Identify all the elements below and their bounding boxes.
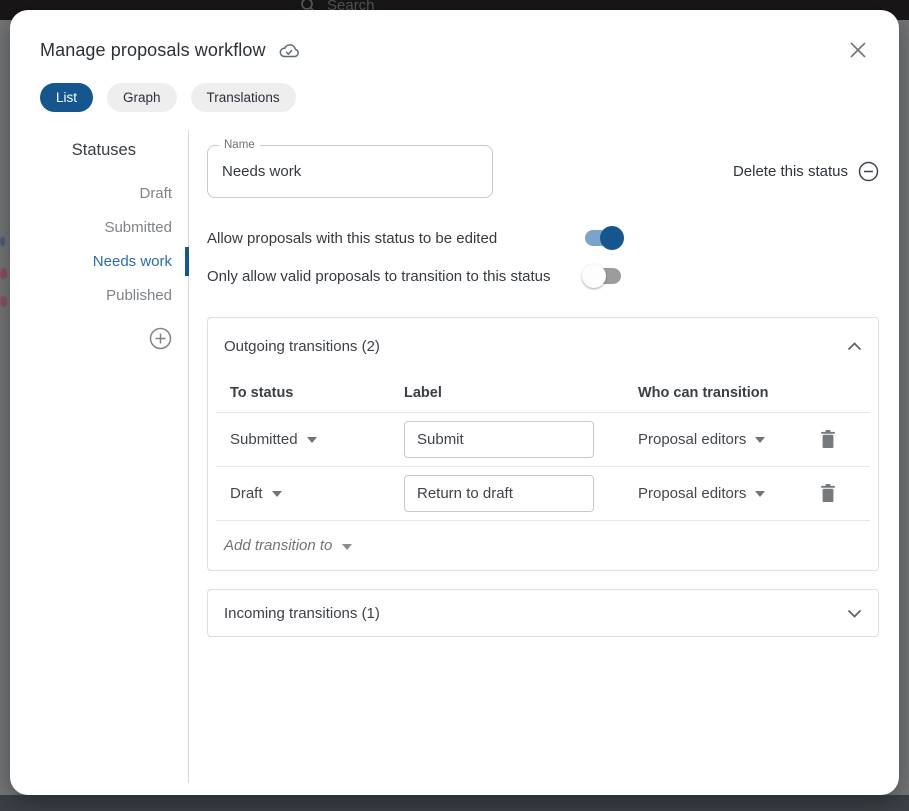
transition-row-submitted: Submitted Proposal editors	[208, 413, 878, 466]
dialog-header: Manage proposals workflow	[10, 10, 899, 62]
outgoing-transitions-header[interactable]: Outgoing transitions (2)	[208, 318, 878, 374]
toggle-row-editable: Allow proposals with this status to be e…	[207, 226, 879, 250]
who-can-transition-dropdown[interactable]: Proposal editors	[638, 431, 765, 448]
minus-circle-icon	[858, 161, 879, 182]
transition-label-input[interactable]	[404, 475, 594, 512]
incoming-transitions-header[interactable]: Incoming transitions (1)	[208, 590, 878, 636]
to-status-dropdown[interactable]: Submitted	[230, 431, 317, 448]
outgoing-transitions-panel: Outgoing transitions (2) To status Label…	[207, 317, 879, 571]
toggle-thumb	[600, 226, 624, 250]
view-tabs: List Graph Translations	[40, 83, 899, 112]
transition-label-input[interactable]	[404, 421, 594, 458]
trash-icon	[820, 484, 836, 503]
toggle-thumb	[582, 264, 606, 288]
col-who: Who can transition	[638, 385, 818, 401]
statuses-sidebar: Statuses Draft Submitted Needs work Publ…	[10, 130, 189, 783]
close-icon	[849, 41, 867, 59]
caret-down-icon	[755, 491, 765, 497]
to-status-value: Draft	[230, 485, 263, 502]
incoming-transitions-title: Incoming transitions (1)	[224, 605, 380, 622]
background-artifact	[0, 237, 5, 246]
dialog-title: Manage proposals workflow	[40, 40, 266, 61]
cloud-check-icon	[278, 40, 300, 62]
who-value: Proposal editors	[638, 485, 746, 502]
toggle-editable-label: Allow proposals with this status to be e…	[207, 230, 585, 247]
caret-down-icon	[755, 437, 765, 443]
name-row: Name Delete this status	[207, 145, 879, 198]
toggle-editable-switch[interactable]	[585, 230, 621, 246]
close-button[interactable]	[847, 39, 869, 61]
dialog-body: Statuses Draft Submitted Needs work Publ…	[10, 130, 899, 783]
col-to-status: To status	[224, 385, 404, 401]
plus-circle-icon	[149, 327, 172, 350]
delete-transition-button[interactable]	[818, 482, 838, 505]
background-bottom-bar	[0, 795, 909, 811]
trash-icon	[820, 430, 836, 449]
caret-down-icon	[272, 491, 282, 497]
who-value: Proposal editors	[638, 431, 746, 448]
sidebar-item-published[interactable]: Published	[106, 286, 172, 306]
transitions-table-header: To status Label Who can transition	[208, 374, 878, 412]
sidebar-item-submitted[interactable]: Submitted	[104, 218, 172, 238]
col-label: Label	[404, 385, 638, 401]
status-detail-pane: Name Delete this status Allow proposals …	[189, 130, 899, 783]
caret-down-icon	[307, 437, 317, 443]
name-input[interactable]	[208, 146, 492, 197]
background-artifact	[0, 296, 7, 307]
toggle-row-valid-only: Only allow valid proposals to transition…	[207, 264, 879, 288]
statuses-heading: Statuses	[72, 141, 136, 160]
incoming-transitions-panel: Incoming transitions (1)	[207, 589, 879, 637]
chevron-down-icon	[847, 608, 862, 619]
sidebar-item-needs-work[interactable]: Needs work	[93, 252, 172, 272]
add-transition-label: Add transition to	[224, 537, 332, 554]
transition-row-draft: Draft Proposal editors	[208, 467, 878, 520]
toggle-valid-only-label: Only allow valid proposals to transition…	[207, 268, 585, 285]
caret-down-icon	[342, 544, 352, 550]
add-transition-row: Add transition to	[208, 521, 878, 570]
sidebar-item-draft[interactable]: Draft	[139, 184, 172, 204]
tab-list[interactable]: List	[40, 83, 93, 112]
tab-graph[interactable]: Graph	[107, 83, 177, 112]
delete-status-button[interactable]: Delete this status	[733, 161, 879, 182]
chevron-up-icon	[847, 341, 862, 352]
delete-status-label: Delete this status	[733, 163, 848, 180]
delete-transition-button[interactable]	[818, 428, 838, 451]
who-can-transition-dropdown[interactable]: Proposal editors	[638, 485, 765, 502]
add-status-button[interactable]	[149, 327, 172, 350]
to-status-dropdown[interactable]: Draft	[230, 485, 282, 502]
tab-translations[interactable]: Translations	[191, 83, 296, 112]
background-artifact	[0, 268, 7, 279]
manage-workflow-dialog: Manage proposals workflow List Graph Tra…	[10, 10, 899, 795]
toggle-valid-only-switch[interactable]	[585, 268, 621, 284]
add-transition-dropdown[interactable]: Add transition to	[224, 537, 352, 554]
name-field: Name	[207, 145, 493, 198]
name-field-label: Name	[219, 138, 260, 152]
outgoing-transitions-title: Outgoing transitions (2)	[224, 338, 380, 355]
to-status-value: Submitted	[230, 431, 298, 448]
status-list: Draft Submitted Needs work Published	[93, 184, 172, 306]
